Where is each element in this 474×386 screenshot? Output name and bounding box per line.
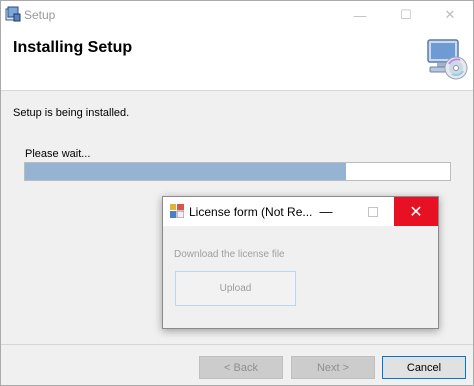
next-button[interactable]: Next > <box>291 356 375 379</box>
window-title: Setup <box>24 8 56 22</box>
title-bar: Setup — ☐ ✕ <box>1 1 473 29</box>
status-text: Setup is being installed. <box>13 107 130 119</box>
wizard-header: Installing Setup <box>1 29 473 91</box>
form-app-icon <box>170 204 185 219</box>
dialog-minimize-button[interactable]: — <box>311 197 341 226</box>
dialog-close-button[interactable]: ✕ <box>394 197 438 226</box>
dialog-title-bar: License form (Not Re... — ✕ <box>163 197 438 226</box>
footer-divider <box>1 344 473 345</box>
maximize-icon <box>368 206 378 217</box>
setup-app-icon <box>5 6 21 22</box>
progress-fill <box>25 163 346 180</box>
download-hint-text: Download the license file <box>174 249 285 260</box>
upload-button[interactable]: Upload <box>175 271 296 306</box>
wait-label: Please wait... <box>25 148 91 160</box>
back-button[interactable]: < Back <box>199 356 283 379</box>
cancel-button[interactable]: Cancel <box>382 356 466 379</box>
page-title: Installing Setup <box>13 39 133 56</box>
install-progress-bar <box>24 162 451 181</box>
dialog-maximize-button[interactable] <box>353 197 393 226</box>
dialog-title: License form (Not Re... <box>189 205 313 219</box>
minimize-button[interactable]: — <box>337 1 383 29</box>
license-form-dialog: License form (Not Re... — ✕ Download the… <box>162 196 439 329</box>
computer-cd-icon <box>425 37 469 81</box>
close-button[interactable]: ✕ <box>427 1 473 29</box>
maximize-button[interactable]: ☐ <box>383 1 429 29</box>
